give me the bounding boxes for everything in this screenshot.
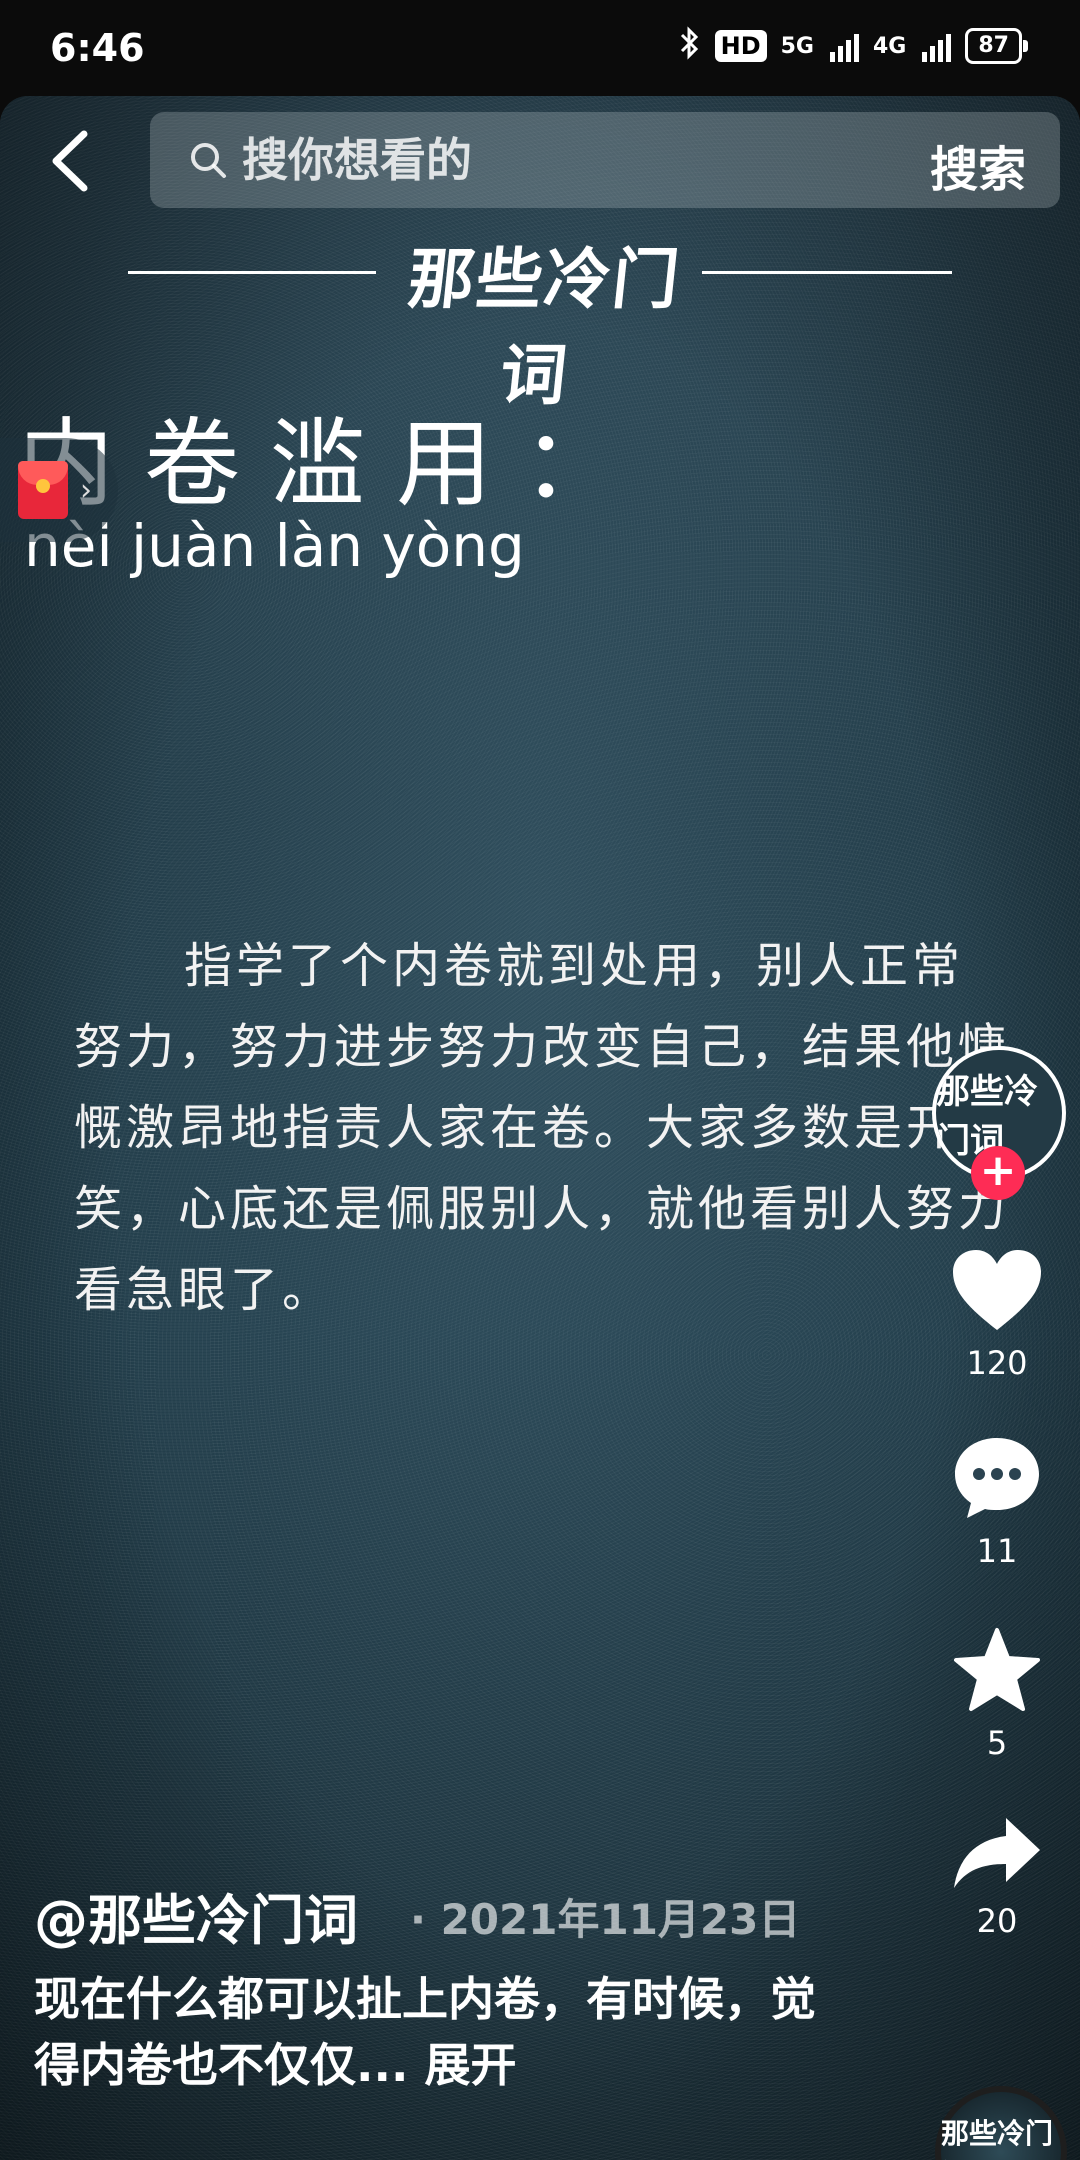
definition-text: 指学了个内卷就到处用，别人正常努力，努力进步努力改变自己，结果他慷慨激昂地指责人…	[74, 938, 1011, 1318]
follow-button[interactable]: +	[971, 1146, 1025, 1200]
network-5g-label: 5G	[780, 33, 814, 59]
star-icon	[954, 1628, 1040, 1711]
network-4g-label: 4G	[873, 33, 907, 59]
search-input[interactable]	[240, 132, 864, 188]
status-time: 6:46	[50, 26, 145, 70]
music-disc[interactable]: 那些冷门词	[935, 2086, 1067, 2160]
search-button[interactable]: 搜索	[930, 130, 1026, 200]
hd-badge: HD	[714, 30, 767, 62]
comment-icon	[955, 1438, 1039, 1518]
signal-5g-icon	[830, 30, 859, 62]
like-button[interactable]: 120	[932, 1246, 1062, 1382]
expand-link[interactable]: 展开	[424, 2038, 516, 2092]
favorite-count: 5	[986, 1724, 1008, 1762]
share-button[interactable]: 20	[932, 1814, 1062, 1940]
share-count: 20	[976, 1902, 1018, 1940]
battery-indicator: 87	[965, 28, 1028, 64]
post-date: · 2021年11月23日	[410, 1895, 801, 1944]
status-bar: 6:46 HD 5G 4G 87	[0, 0, 1080, 96]
chevron-left-icon	[52, 130, 88, 192]
red-envelope-widget[interactable]: ›	[0, 438, 118, 542]
comment-button[interactable]: 11	[932, 1434, 1062, 1570]
comment-count: 11	[976, 1532, 1018, 1570]
search-bar[interactable]: 搜索	[150, 112, 1060, 208]
logo-divider-left	[128, 271, 376, 274]
logo-divider-right	[702, 271, 952, 274]
favorite-button[interactable]: 5	[932, 1626, 1062, 1762]
search-icon	[186, 138, 230, 182]
share-icon	[954, 1818, 1040, 1888]
chevron-right-icon: ›	[80, 472, 92, 508]
status-icons: HD 5G 4G 87	[679, 26, 1028, 66]
caption: 现在什么都可以扯上内卷，有时候，觉得内卷也不仅仅... 展开	[34, 1966, 834, 2098]
bluetooth-icon	[679, 26, 701, 66]
red-envelope-icon	[18, 461, 68, 519]
heart-icon	[953, 1250, 1041, 1330]
back-button[interactable]	[40, 126, 100, 196]
like-count: 120	[966, 1344, 1028, 1382]
signal-4g-icon	[922, 30, 952, 62]
author-name[interactable]: @那些冷门词	[34, 1876, 358, 1955]
video-player[interactable]: 搜索 那些冷门词 内卷滥用： nèi juàn làn yòng 指学了个内卷就…	[0, 96, 1080, 2160]
